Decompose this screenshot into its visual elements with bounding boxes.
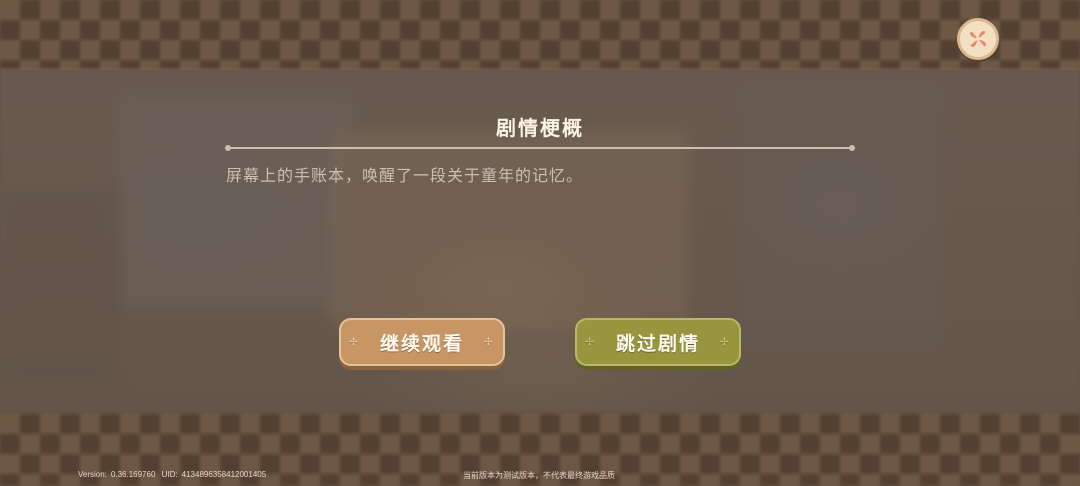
title-divider: [225, 145, 855, 151]
divider-dot-left: [225, 145, 231, 151]
story-synopsis-screen: 剧情梗概 屏幕上的手账本，唤醒了一段关于童年的记忆。 ✢ 继续观看 ✢ ✢ 跳过…: [0, 0, 1080, 486]
continue-watching-label: 继续观看: [379, 332, 464, 355]
top-pattern-band: [0, 0, 1080, 70]
button-deco-right: ✢: [719, 335, 731, 349]
close-flower-icon: [970, 31, 986, 47]
skip-story-button[interactable]: ✢ 跳过剧情 ✢: [575, 318, 741, 366]
uid-label: UID:: [161, 470, 178, 479]
version-info: Version: 0.36.169760 UID: 4134896358412001…: [78, 470, 270, 479]
test-version-notice: 当前版本为测试版本，不代表最终游戏品质: [463, 471, 615, 480]
divider-dot-right: [849, 145, 855, 151]
button-deco-right: ✢: [483, 335, 495, 349]
version-label: Version:: [78, 470, 107, 479]
uid-value: 4134896358412001405: [181, 470, 267, 479]
version-value: 0.36.169760: [110, 470, 156, 479]
button-deco-left: ✢: [585, 335, 597, 349]
continue-watching-button[interactable]: ✢ 继续观看 ✢: [339, 318, 505, 366]
page-title: 剧情梗概: [496, 116, 584, 140]
synopsis-text: 屏幕上的手账本，唤醒了一段关于童年的记忆。: [226, 166, 584, 185]
skip-story-label: 跳过剧情: [615, 332, 700, 355]
button-deco-left: ✢: [349, 335, 361, 349]
close-button[interactable]: [957, 18, 999, 60]
